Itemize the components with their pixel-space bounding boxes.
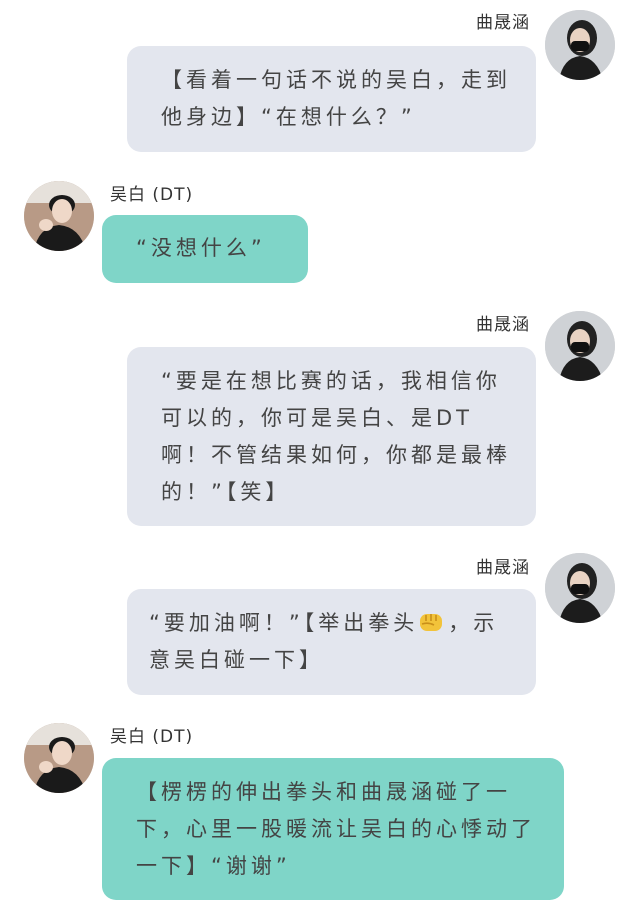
- avatar-qu-shenghan[interactable]: [545, 553, 615, 623]
- message-text: 【楞楞的伸出拳头和曲晟涵碰了一下，心里一股暖流让吴白的心悸动了一下】“谢谢”: [136, 780, 536, 878]
- message-bubble[interactable]: 【楞楞的伸出拳头和曲晟涵碰了一下，心里一股暖流让吴白的心悸动了一下】“谢谢”: [102, 758, 564, 900]
- message-bubble[interactable]: “要加油啊！”【举出拳头 ，示意吴白碰一下】: [127, 589, 536, 695]
- message-bubble[interactable]: “要是在想比赛的话，我相信你可以的，你可是吴白、是DT啊！不管结果如何，你都是最…: [127, 347, 536, 526]
- sender-name: 吴白 (DT): [110, 727, 194, 747]
- sender-name: 曲晟涵: [476, 558, 530, 578]
- sender-name: 曲晟涵: [476, 13, 530, 33]
- avatar-wu-bai[interactable]: [24, 723, 94, 793]
- message-text-part-1: “要加油啊！”【举出拳头: [149, 611, 419, 635]
- message-bubble[interactable]: 【看着一句话不说的吴白，走到他身边】“在想什么？”: [127, 46, 536, 152]
- message-text: “没想什么”: [136, 236, 266, 260]
- message-text: 【看着一句话不说的吴白，走到他身边】“在想什么？”: [161, 68, 511, 129]
- sender-name: 吴白 (DT): [110, 185, 194, 205]
- message-text: “要是在想比赛的话，我相信你可以的，你可是吴白、是DT啊！不管结果如何，你都是最…: [161, 369, 511, 504]
- avatar-qu-shenghan[interactable]: [545, 10, 615, 80]
- avatar-qu-shenghan[interactable]: [545, 311, 615, 381]
- fist-emoji-icon: [418, 610, 446, 634]
- message-bubble[interactable]: “没想什么”: [102, 215, 308, 283]
- avatar-wu-bai[interactable]: [24, 181, 94, 251]
- sender-name: 曲晟涵: [476, 315, 530, 335]
